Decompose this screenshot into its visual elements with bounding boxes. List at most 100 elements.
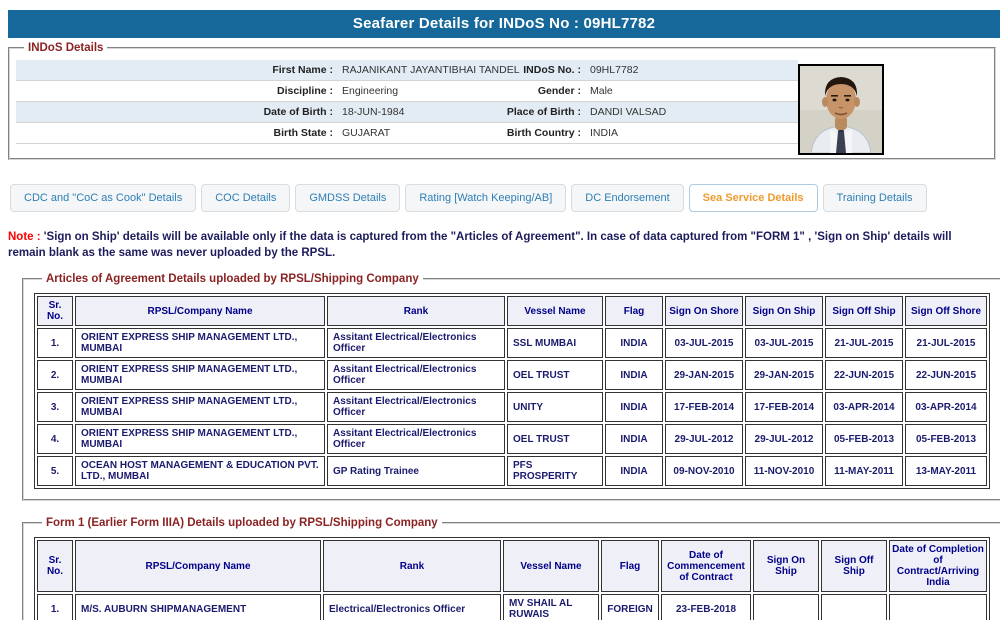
table-cell: 05-FEB-2013 xyxy=(825,424,903,454)
table-header-row: Sr. No.RPSL/Company NameRankVessel NameF… xyxy=(37,540,987,592)
table-cell: 1. xyxy=(37,328,73,358)
table-cell: 22-JUN-2015 xyxy=(825,360,903,390)
first-name-label: First Name : xyxy=(16,64,340,76)
date-of-birth-label: Date of Birth : xyxy=(16,106,340,118)
table-row: 1.M/S. AUBURN SHIPMANAGEMENTElectrical/E… xyxy=(37,594,987,620)
column-header: Sr. No. xyxy=(37,540,73,592)
table-cell: GP Rating Trainee xyxy=(327,456,505,486)
seafarer-photo-image xyxy=(800,66,882,153)
table-cell: SSL MUMBAI xyxy=(507,328,603,358)
table-cell: 03-APR-2014 xyxy=(905,392,987,422)
tab-rating-watch-keeping-ab[interactable]: Rating [Watch Keeping/AB] xyxy=(405,184,566,212)
sign-on-ship-note: Note : 'Sign on Ship' details will be av… xyxy=(8,229,990,261)
note-text: 'Sign on Ship' details will be available… xyxy=(8,231,952,259)
column-header: Date of Completion of Contract/Arriving … xyxy=(889,540,987,592)
column-header: Date of Commencement of Contract xyxy=(661,540,751,592)
form1-details-table: Sr. No.RPSL/Company NameRankVessel NameF… xyxy=(34,537,990,620)
column-header: Sign Off Ship xyxy=(821,540,887,592)
column-header: Sign Off Shore xyxy=(905,296,987,326)
column-header: Flag xyxy=(601,540,659,592)
form1-details-legend: Form 1 (Earlier Form IIIA) Details uploa… xyxy=(42,517,442,529)
table-cell: 17-FEB-2014 xyxy=(745,392,823,422)
detail-row: Date of Birth : 18-JUN-1984 Place of Bir… xyxy=(16,102,798,123)
table-cell: UNITY xyxy=(507,392,603,422)
column-header: Vessel Name xyxy=(503,540,599,592)
detail-row: First Name : RAJANIKANT JAYANTIBHAI TAND… xyxy=(16,60,798,81)
column-header: RPSL/Company Name xyxy=(75,296,325,326)
tab-cdc-coc-as-cook-details[interactable]: CDC and "CoC as Cook" Details xyxy=(10,184,196,212)
table-cell: INDIA xyxy=(605,456,663,486)
table-cell: 23-FEB-2018 xyxy=(661,594,751,620)
gender-label: Gender : xyxy=(480,85,588,97)
table-row: 1.ORIENT EXPRESS SHIP MANAGEMENT LTD., M… xyxy=(37,328,987,358)
table-cell: OEL TRUST xyxy=(507,360,603,390)
discipline-label: Discipline : xyxy=(16,85,340,97)
table-cell: 13-MAY-2011 xyxy=(905,456,987,486)
gender-value: Male xyxy=(588,85,798,97)
table-cell: 03-APR-2014 xyxy=(825,392,903,422)
birth-country-label: Birth Country : xyxy=(480,127,588,139)
table-cell: INDIA xyxy=(605,392,663,422)
table-cell: Assitant Electrical/Electronics Officer xyxy=(327,328,505,358)
articles-of-agreement-table: Sr. No.RPSL/Company NameRankVessel NameF… xyxy=(34,293,990,489)
table-cell xyxy=(889,594,987,620)
table-cell: ORIENT EXPRESS SHIP MANAGEMENT LTD., MUM… xyxy=(75,360,325,390)
column-header: RPSL/Company Name xyxy=(75,540,321,592)
table-cell: 09-NOV-2010 xyxy=(665,456,743,486)
table-cell: 29-JUL-2012 xyxy=(665,424,743,454)
column-header: Vessel Name xyxy=(507,296,603,326)
tab-sea-service-details[interactable]: Sea Service Details xyxy=(689,184,818,212)
tab-dc-endorsement[interactable]: DC Endorsement xyxy=(571,184,683,212)
table-cell: 21-JUL-2015 xyxy=(825,328,903,358)
indos-no-value: 09HL7782 xyxy=(588,64,798,76)
table-cell: Assitant Electrical/Electronics Officer xyxy=(327,360,505,390)
table-cell: 17-FEB-2014 xyxy=(665,392,743,422)
column-header: Sr. No. xyxy=(37,296,73,326)
discipline-value: Engineering xyxy=(340,85,480,97)
date-of-birth-value: 18-JUN-1984 xyxy=(340,106,480,118)
table-cell: PFS PROSPERITY xyxy=(507,456,603,486)
table-cell: FOREIGN xyxy=(601,594,659,620)
table-cell: ORIENT EXPRESS SHIP MANAGEMENT LTD., MUM… xyxy=(75,392,325,422)
table-cell: INDIA xyxy=(605,360,663,390)
table-cell: 5. xyxy=(37,456,73,486)
column-header: Sign Off Ship xyxy=(825,296,903,326)
table-cell: ORIENT EXPRESS SHIP MANAGEMENT LTD., MUM… xyxy=(75,424,325,454)
table-cell: 3. xyxy=(37,392,73,422)
table-cell: 03-JUL-2015 xyxy=(745,328,823,358)
first-name-value: RAJANIKANT JAYANTIBHAI TANDEL xyxy=(340,64,480,76)
table-cell: 03-JUL-2015 xyxy=(665,328,743,358)
table-cell: INDIA xyxy=(605,328,663,358)
table-header-row: Sr. No.RPSL/Company NameRankVessel NameF… xyxy=(37,296,987,326)
articles-of-agreement-section: Articles of Agreement Details uploaded b… xyxy=(22,273,1000,501)
articles-of-agreement-legend: Articles of Agreement Details uploaded b… xyxy=(42,273,423,285)
table-cell: ORIENT EXPRESS SHIP MANAGEMENT LTD., MUM… xyxy=(75,328,325,358)
tab-gmdss-details[interactable]: GMDSS Details xyxy=(295,184,400,212)
table-cell: OCEAN HOST MANAGEMENT & EDUCATION PVT. L… xyxy=(75,456,325,486)
tab-coc-details[interactable]: COC Details xyxy=(201,184,290,212)
column-header: Rank xyxy=(327,296,505,326)
detail-row: Birth State : GUJARAT Birth Country : IN… xyxy=(16,123,798,144)
tab-training-details[interactable]: Training Details xyxy=(823,184,927,212)
table-cell: Assitant Electrical/Electronics Officer xyxy=(327,392,505,422)
table-cell: 2. xyxy=(37,360,73,390)
table-row: 3.ORIENT EXPRESS SHIP MANAGEMENT LTD., M… xyxy=(37,392,987,422)
table-cell: 21-JUL-2015 xyxy=(905,328,987,358)
table-cell: 29-JAN-2015 xyxy=(745,360,823,390)
tab-bar: CDC and "CoC as Cook" Details COC Detail… xyxy=(10,184,1000,212)
table-cell: 11-NOV-2010 xyxy=(745,456,823,486)
page-title: Seafarer Details for INDoS No : 09HL7782 xyxy=(8,10,1000,38)
column-header: Sign On Ship xyxy=(745,296,823,326)
birth-state-value: GUJARAT xyxy=(340,127,480,139)
indos-details-legend: INDoS Details xyxy=(24,42,107,54)
table-cell: 4. xyxy=(37,424,73,454)
table-row: 5.OCEAN HOST MANAGEMENT & EDUCATION PVT.… xyxy=(37,456,987,486)
table-row: 4.ORIENT EXPRESS SHIP MANAGEMENT LTD., M… xyxy=(37,424,987,454)
column-header: Flag xyxy=(605,296,663,326)
table-cell xyxy=(753,594,819,620)
place-of-birth-value: DANDI VALSAD xyxy=(588,106,798,118)
table-cell: 11-MAY-2011 xyxy=(825,456,903,486)
table-cell: MV SHAIL AL RUWAIS xyxy=(503,594,599,620)
table-cell: 05-FEB-2013 xyxy=(905,424,987,454)
table-cell: Assitant Electrical/Electronics Officer xyxy=(327,424,505,454)
